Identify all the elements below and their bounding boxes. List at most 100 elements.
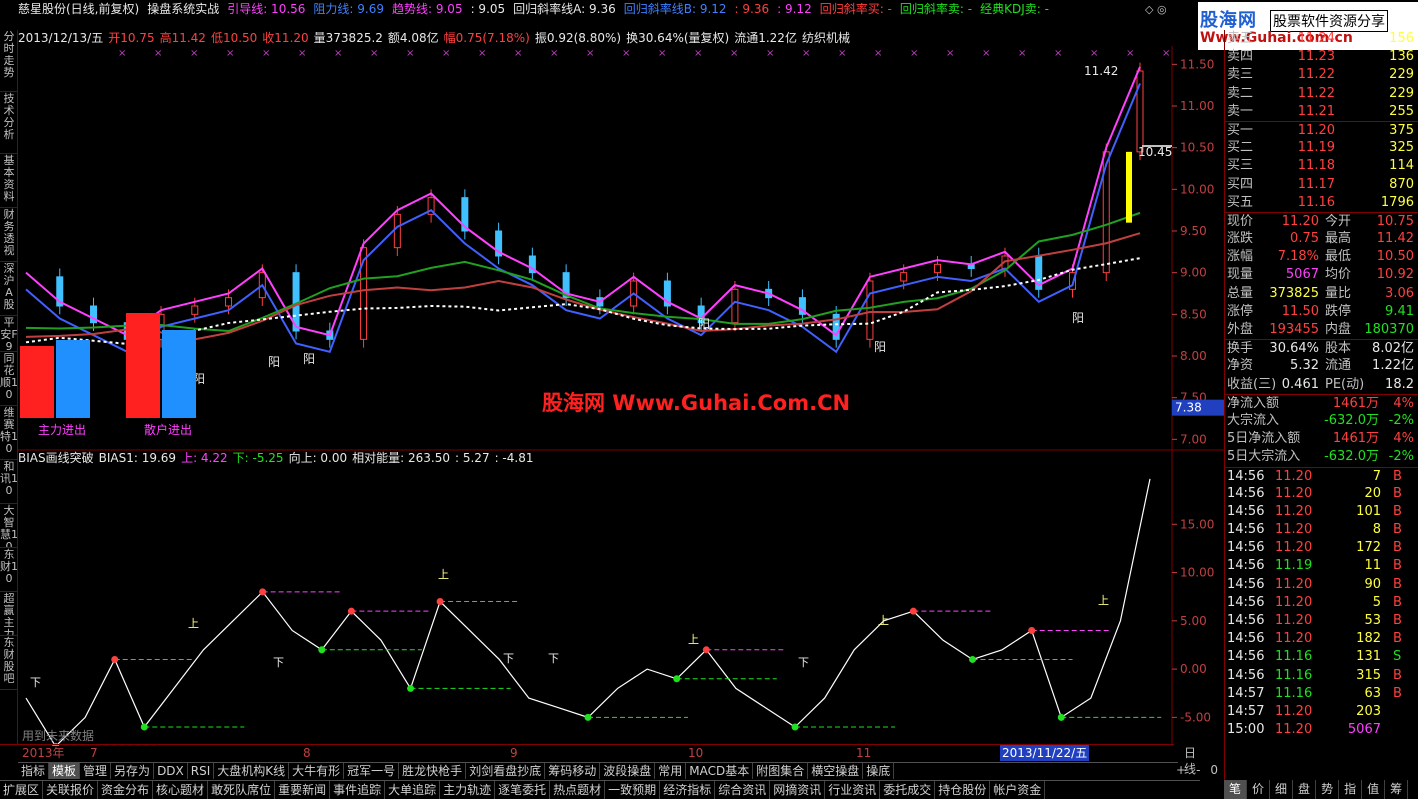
left-tab[interactable]: 东财股吧	[0, 636, 18, 690]
extension-tab[interactable]: 扩展区	[0, 781, 44, 799]
stat-value: 18.2	[1385, 376, 1414, 392]
pager-button[interactable]: 0	[1210, 763, 1218, 777]
indicator-tab[interactable]: MACD基本	[686, 763, 754, 779]
panel-tab[interactable]: 笔	[1224, 780, 1248, 799]
left-tab[interactable]: 和讯10	[0, 460, 18, 504]
extension-tab[interactable]: 持仓股份	[935, 781, 991, 799]
extension-tab[interactable]: 一致预期	[605, 781, 661, 799]
stat-value: 0.461	[1281, 376, 1319, 392]
extension-tab[interactable]: 事件追踪	[330, 781, 386, 799]
indicator-tab[interactable]: 大盘机构K线	[214, 763, 290, 779]
indicator-tab[interactable]: 波段操盘	[600, 763, 656, 779]
tick-side: B	[1393, 485, 1402, 501]
indicator-tab[interactable]: 常用	[655, 763, 687, 779]
tick-row: 14:56 11.20 53 B	[1225, 612, 1418, 630]
indicator-tab[interactable]: 刘剑看盘抄底	[466, 763, 546, 779]
left-tab[interactable]: 基本资料	[0, 154, 18, 208]
signal-marker: ×	[622, 48, 630, 59]
extension-tab[interactable]: 委托成交	[880, 781, 936, 799]
app-window: { "title":{"stock":"慈星股份(日线,前复权)","formu…	[0, 0, 1418, 799]
pager[interactable]: + -0	[1176, 762, 1224, 779]
ask-row: 卖三 11.22 229	[1225, 66, 1418, 84]
panel-tab[interactable]: 盘	[1293, 780, 1317, 799]
pager-button[interactable]: -	[1196, 763, 1200, 777]
left-tab[interactable]: 分时走势	[0, 30, 18, 92]
panel-tab[interactable]: 筹	[1385, 780, 1409, 799]
tick-time: 14:56	[1227, 522, 1265, 538]
extension-tab[interactable]: 核心题材	[153, 781, 209, 799]
extension-tab[interactable]: 经济指标	[660, 781, 716, 799]
title-item: : 9.05	[470, 2, 506, 16]
left-tab[interactable]: 深沪A股	[0, 262, 18, 316]
bias-item: BIAS1: 19.69	[98, 451, 177, 465]
stat-value: 11.42	[1376, 231, 1414, 247]
row-label: 买一	[1227, 122, 1254, 138]
info-amp: 振0.92(8.80%)	[534, 31, 622, 45]
left-tab[interactable]: 维赛特10	[0, 406, 18, 460]
indicator-tab[interactable]: 指标	[18, 763, 50, 779]
indicator-title-bar: 慈星股份(日线,前复权) 操盘系统实战 引导线: 10.56 阻力线: 9.69 趋势线…	[18, 0, 1172, 19]
left-tab[interactable]: 财务透视	[0, 208, 18, 262]
yang-label: 阳	[268, 355, 280, 369]
tick-price: 11.20	[1275, 468, 1313, 484]
left-tab[interactable]: 平安F9	[0, 316, 18, 352]
extension-tab[interactable]: 敢死队席位	[208, 781, 276, 799]
extension-tab[interactable]: 热点题材	[550, 781, 606, 799]
axis-date: 8	[303, 746, 311, 760]
row-volume: 255	[1389, 103, 1414, 119]
panel-tab[interactable]: 值	[1362, 780, 1386, 799]
extension-tab[interactable]: 逐笔委托	[495, 781, 551, 799]
yang-label: 阳	[874, 340, 886, 354]
down-mark: 下	[798, 656, 809, 669]
axis-date: 2013/11/22/五	[1000, 745, 1090, 761]
retail-bar	[126, 313, 160, 418]
stat-label: 涨停	[1227, 303, 1254, 319]
window-controls[interactable]: ◇ ◎	[1145, 3, 1167, 16]
extension-tab[interactable]: 关联报价	[43, 781, 99, 799]
extension-tab[interactable]: 综合资讯	[715, 781, 771, 799]
indicator-tab[interactable]: DDX	[154, 763, 188, 779]
indicator-tab[interactable]: 胜龙快枪手	[399, 763, 467, 779]
left-tab[interactable]: 大智慧10	[0, 504, 18, 548]
signal-marker: ×	[478, 48, 486, 59]
left-tab[interactable]: 技术分析	[0, 92, 18, 154]
row-volume: 325	[1389, 140, 1414, 156]
stat-label: 总量	[1227, 285, 1254, 301]
panel-tab[interactable]: 指	[1339, 780, 1363, 799]
indicator-tab[interactable]: 另存为	[111, 763, 155, 779]
indicator-tab[interactable]: RSI	[188, 763, 215, 779]
indicator-tab[interactable]: 横空操盘	[808, 763, 864, 779]
extension-tab[interactable]: 网摘资讯	[770, 781, 826, 799]
extension-tab[interactable]: 资金分布	[98, 781, 154, 799]
stat-label: 现量	[1227, 267, 1254, 283]
left-tab[interactable]: 同花顺10	[0, 352, 18, 406]
indicator-tab[interactable]: 筹码移动	[545, 763, 601, 779]
extension-tab[interactable]: 重要新闻	[275, 781, 331, 799]
extension-tab[interactable]: 大单追踪	[385, 781, 441, 799]
pager-button[interactable]: +	[1176, 763, 1186, 777]
left-tab[interactable]: 超赢主力	[0, 592, 18, 636]
y-tick-label: 5.00	[1180, 614, 1207, 628]
left-tab[interactable]: 东财10	[0, 548, 18, 592]
extension-tab[interactable]: 行业资讯	[825, 781, 881, 799]
row-volume: 136	[1389, 49, 1414, 65]
panel-tab[interactable]: 细	[1270, 780, 1294, 799]
ma-line	[25, 232, 1141, 341]
indicator-tab[interactable]: 模板	[49, 763, 81, 779]
extension-tab[interactable]: 主力轨迹	[440, 781, 496, 799]
title-item: 经典KDJ卖: -	[980, 2, 1049, 16]
indicator-tab[interactable]: 管理	[80, 763, 112, 779]
tick-row: 14:56 11.20 8 B	[1225, 521, 1418, 539]
indicator-tab[interactable]: 附图集合	[753, 763, 809, 779]
indicator-tab[interactable]: 冠军一号	[344, 763, 400, 779]
y-tick-label: 0.00	[1180, 662, 1207, 676]
indicator-tab[interactable]: 大牛有形	[289, 763, 345, 779]
stat-label: 股本	[1325, 341, 1352, 357]
panel-tab[interactable]: 势	[1316, 780, 1340, 799]
indicator-tab[interactable]: 操底	[863, 763, 895, 779]
signal-marker: ×	[406, 48, 414, 59]
tick-row: 14:56 11.20 90 B	[1225, 576, 1418, 594]
panel-tab[interactable]: 价	[1247, 780, 1271, 799]
stat-label: 涨幅	[1227, 249, 1254, 265]
extension-tab[interactable]: 帐户资金	[990, 781, 1046, 799]
